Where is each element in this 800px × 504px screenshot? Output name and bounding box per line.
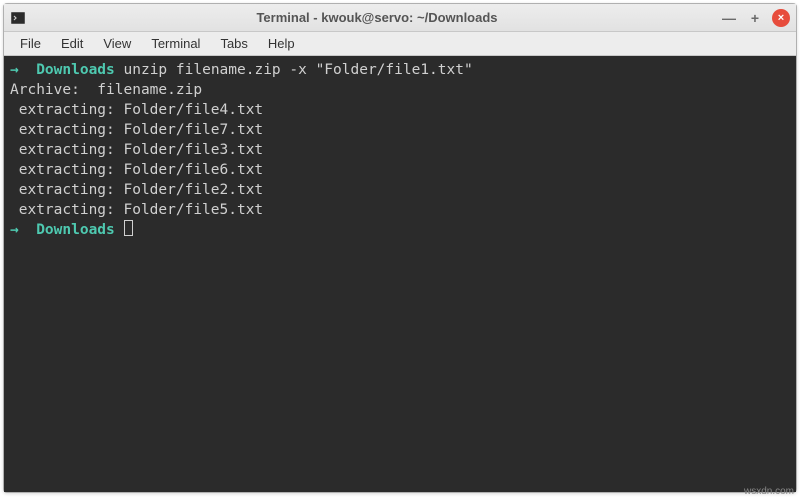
prompt-dir: Downloads bbox=[36, 222, 115, 238]
maximize-button[interactable]: + bbox=[746, 9, 764, 27]
output-line: extracting: Folder/file7.txt bbox=[10, 120, 790, 140]
output-line: extracting: Folder/file4.txt bbox=[10, 100, 790, 120]
titlebar[interactable]: Terminal - kwouk@servo: ~/Downloads — + … bbox=[4, 4, 796, 32]
output-line: extracting: Folder/file2.txt bbox=[10, 180, 790, 200]
prompt-arrow-icon: → bbox=[10, 62, 19, 78]
watermark: wsxdn.com bbox=[744, 486, 794, 497]
output-line: Archive: filename.zip bbox=[10, 80, 790, 100]
terminal-output: Archive: filename.zip extracting: Folder… bbox=[10, 80, 790, 220]
command-text: unzip filename.zip -x "Folder/file1.txt" bbox=[124, 62, 473, 78]
terminal-icon bbox=[10, 10, 26, 26]
menu-file[interactable]: File bbox=[10, 34, 51, 53]
cursor bbox=[124, 220, 133, 236]
minimize-button[interactable]: — bbox=[720, 9, 738, 27]
menu-edit[interactable]: Edit bbox=[51, 34, 93, 53]
prompt-dir: Downloads bbox=[36, 62, 115, 78]
window-controls: — + × bbox=[720, 9, 790, 27]
menubar: File Edit View Terminal Tabs Help bbox=[4, 32, 796, 56]
terminal-body[interactable]: → Downloads unzip filename.zip -x "Folde… bbox=[4, 56, 796, 492]
output-line: extracting: Folder/file5.txt bbox=[10, 200, 790, 220]
window-title: Terminal - kwouk@servo: ~/Downloads bbox=[34, 10, 720, 25]
menu-terminal[interactable]: Terminal bbox=[141, 34, 210, 53]
menu-help[interactable]: Help bbox=[258, 34, 305, 53]
prompt-arrow-icon: → bbox=[10, 222, 19, 238]
menu-view[interactable]: View bbox=[93, 34, 141, 53]
output-line: extracting: Folder/file3.txt bbox=[10, 140, 790, 160]
terminal-window: Terminal - kwouk@servo: ~/Downloads — + … bbox=[3, 3, 797, 493]
output-line: extracting: Folder/file6.txt bbox=[10, 160, 790, 180]
prompt-line-1: → Downloads unzip filename.zip -x "Folde… bbox=[10, 62, 473, 78]
close-button[interactable]: × bbox=[772, 9, 790, 27]
menu-tabs[interactable]: Tabs bbox=[210, 34, 257, 53]
prompt-line-2: → Downloads bbox=[10, 222, 133, 238]
